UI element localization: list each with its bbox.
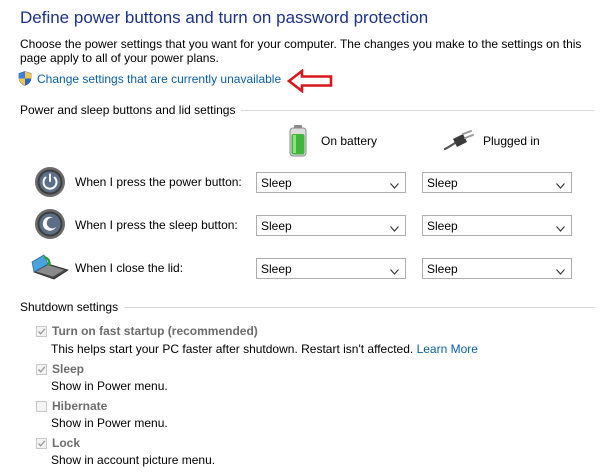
sleep-checkbox[interactable] bbox=[36, 363, 47, 375]
sleep-button-battery-select[interactable]: Sleep bbox=[256, 215, 406, 236]
power-button-label: When I press the power button: bbox=[75, 175, 242, 189]
power-section-title: Power and sleep buttons and lid settings bbox=[20, 103, 236, 117]
lock-option: Lock bbox=[36, 436, 80, 450]
lock-checkbox[interactable] bbox=[36, 437, 47, 449]
chevron-down-icon bbox=[556, 178, 565, 192]
column-header-plugged: Plugged in bbox=[443, 129, 540, 153]
chevron-down-icon bbox=[390, 221, 399, 235]
lid-close-label: When I close the lid: bbox=[75, 261, 184, 275]
select-value: Sleep bbox=[427, 176, 458, 190]
sleep-button-label: When I press the sleep button: bbox=[75, 218, 238, 232]
shutdown-section-title: Shutdown settings bbox=[20, 300, 119, 314]
power-button-icon bbox=[34, 166, 66, 201]
fast-startup-description: This helps start your PC faster after sh… bbox=[51, 342, 414, 356]
change-settings-link[interactable]: Change settings that are currently unava… bbox=[37, 72, 281, 86]
chevron-down-icon bbox=[556, 221, 565, 235]
power-button-battery-select[interactable]: Sleep bbox=[256, 172, 406, 193]
power-options-page: Define power buttons and turn on passwor… bbox=[0, 0, 603, 475]
chevron-down-icon bbox=[390, 264, 399, 278]
shutdown-section-header: Shutdown settings bbox=[20, 300, 595, 314]
fast-startup-checkbox[interactable] bbox=[36, 325, 47, 337]
fast-startup-option: Turn on fast startup (recommended) bbox=[36, 324, 258, 338]
sleep-button-icon bbox=[34, 208, 66, 243]
hibernate-checkbox[interactable] bbox=[36, 400, 47, 412]
power-button-plugged-select[interactable]: Sleep bbox=[422, 172, 572, 193]
select-value: Sleep bbox=[427, 262, 458, 276]
sleep-option-label: Sleep bbox=[52, 362, 85, 376]
power-section-header: Power and sleep buttons and lid settings bbox=[20, 103, 595, 117]
hibernate-option: Hibernate bbox=[36, 399, 107, 413]
lock-option-label: Lock bbox=[52, 436, 81, 450]
hibernate-option-label: Hibernate bbox=[52, 399, 108, 413]
plug-icon bbox=[443, 129, 475, 153]
battery-icon bbox=[288, 124, 308, 157]
select-value: Sleep bbox=[261, 219, 292, 233]
fast-startup-description-row: This helps start your PC faster after sh… bbox=[51, 342, 478, 356]
select-value: Sleep bbox=[427, 219, 458, 233]
annotation-arrow-icon bbox=[286, 68, 333, 96]
section-divider bbox=[124, 306, 595, 308]
hibernate-option-description: Show in Power menu. bbox=[51, 416, 168, 430]
column-header-battery: On battery bbox=[288, 124, 377, 157]
lock-option-description: Show in account picture menu. bbox=[51, 453, 216, 467]
sleep-option: Sleep bbox=[36, 362, 84, 376]
page-description: Choose the power settings that you want … bbox=[20, 37, 582, 65]
learn-more-link[interactable]: Learn More bbox=[417, 342, 478, 356]
select-value: Sleep bbox=[261, 176, 292, 190]
fast-startup-label: Turn on fast startup (recommended) bbox=[52, 324, 258, 338]
chevron-down-icon bbox=[390, 178, 399, 192]
page-title: Define power buttons and turn on passwor… bbox=[20, 8, 429, 27]
uac-shield-icon bbox=[18, 71, 32, 86]
chevron-down-icon bbox=[556, 264, 565, 278]
lid-close-battery-select[interactable]: Sleep bbox=[256, 258, 406, 279]
column-label-battery: On battery bbox=[321, 133, 378, 148]
select-value: Sleep bbox=[261, 262, 292, 276]
column-label-plugged: Plugged in bbox=[483, 134, 540, 148]
laptop-lid-icon bbox=[30, 252, 70, 285]
lid-close-plugged-select[interactable]: Sleep bbox=[422, 258, 572, 279]
sleep-option-description: Show in Power menu. bbox=[51, 379, 168, 393]
change-settings-row[interactable]: Change settings that are currently unava… bbox=[18, 71, 281, 86]
section-divider bbox=[241, 109, 595, 111]
sleep-button-plugged-select[interactable]: Sleep bbox=[422, 215, 572, 236]
